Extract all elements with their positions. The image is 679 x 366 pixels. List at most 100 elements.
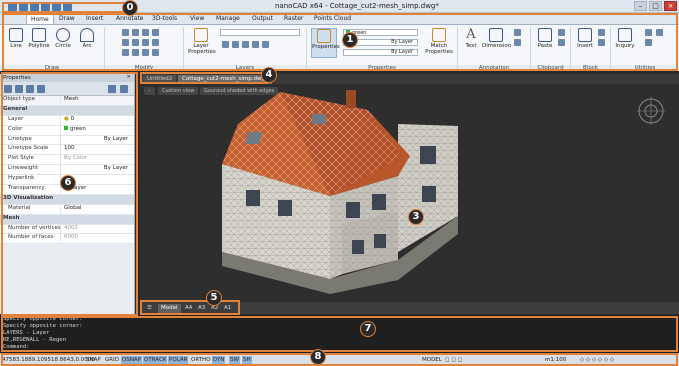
mirror-icon[interactable]: [132, 39, 139, 46]
explode-icon[interactable]: [152, 39, 159, 46]
prop-row-vertices[interactable]: Number of vertices 4002: [0, 224, 134, 235]
model-space-label[interactable]: MODEL: [422, 357, 442, 363]
viewport-icons[interactable]: ◻ ◻ ◻: [445, 357, 462, 363]
prop-row-faces[interactable]: Number of faces 6000: [0, 234, 134, 245]
command-prompt[interactable]: Command:: [3, 344, 676, 351]
layout-menu-icon[interactable]: ☰: [144, 304, 155, 313]
line-button[interactable]: Line: [5, 28, 27, 49]
trim-icon[interactable]: [142, 29, 149, 36]
section-mesh[interactable]: Mesh: [0, 214, 134, 225]
prop-row-material[interactable]: Material Global: [0, 204, 134, 215]
toggle-snap[interactable]: SNAP: [85, 356, 102, 365]
array-icon[interactable]: [142, 49, 149, 56]
prop-row-linetype[interactable]: Linetype By Layer: [0, 135, 134, 146]
insert-button[interactable]: Insert: [574, 28, 596, 49]
layer-state-icon[interactable]: [222, 41, 229, 48]
object-type-row[interactable]: Object type Mesh: [0, 96, 134, 106]
fillet-icon[interactable]: [142, 39, 149, 46]
erase-icon[interactable]: [152, 29, 159, 36]
layer-freeze-icon[interactable]: [242, 41, 249, 48]
layer-isolate-icon[interactable]: [262, 41, 269, 48]
properties-button[interactable]: Properties: [311, 28, 340, 58]
maximize-button[interactable]: □: [649, 1, 662, 11]
copy-icon[interactable]: [122, 39, 129, 46]
toggle-otrack[interactable]: OTRACK: [143, 356, 168, 365]
leader-icon[interactable]: [514, 29, 521, 36]
lineweight-combo[interactable]: By Layer: [343, 49, 418, 56]
minimize-button[interactable]: –: [634, 1, 647, 11]
edit-block-icon[interactable]: [598, 39, 605, 46]
toggle-dyn[interactable]: DYN: [212, 356, 226, 365]
prop-row-lineweight[interactable]: Lineweight By Layer: [0, 165, 134, 176]
prop-row-color[interactable]: Color green: [0, 125, 134, 136]
drawing-viewport[interactable]: – Custom view Gouraud shaded with edges: [140, 84, 679, 302]
tab-manage[interactable]: Manage: [212, 14, 244, 24]
toggle-osnap[interactable]: OSNAP: [121, 356, 143, 365]
circle-button[interactable]: Circle: [52, 28, 74, 49]
doc-tab-untitled2[interactable]: Untitled2: [143, 75, 177, 84]
new-file-icon[interactable]: [19, 2, 28, 11]
calculator-icon[interactable]: [645, 39, 652, 46]
arc-button[interactable]: Arc: [76, 28, 98, 49]
tab-3d-tools[interactable]: 3D-tools: [148, 14, 181, 24]
redo-icon[interactable]: [63, 2, 72, 11]
dimension-button[interactable]: Dimension: [482, 28, 511, 49]
pick-add-icon[interactable]: [15, 85, 23, 93]
match-properties-button[interactable]: Match Properties: [424, 28, 454, 55]
inquiry-button[interactable]: Inquiry: [613, 28, 637, 49]
layout-tab-a3[interactable]: A3: [195, 304, 208, 313]
toggle-pickadd-icon[interactable]: [108, 85, 116, 93]
move-icon[interactable]: [122, 29, 129, 36]
layout-tab-a1[interactable]: A1: [221, 304, 234, 313]
view-cube-compass-icon[interactable]: [636, 96, 666, 126]
copy-clip-icon[interactable]: [558, 39, 565, 46]
prop-row-linetype-scale[interactable]: Linetype Scale 100: [0, 145, 134, 156]
offset-icon[interactable]: [152, 49, 159, 56]
toggle-sh[interactable]: SH: [242, 356, 252, 365]
open-file-icon[interactable]: [30, 2, 39, 11]
rotate-icon[interactable]: [132, 29, 139, 36]
toggle-grid[interactable]: GRID: [104, 356, 120, 365]
prop-row-plot-style[interactable]: Plot Style By Color: [0, 155, 134, 166]
create-block-icon[interactable]: [598, 29, 605, 36]
doc-tab-cottage[interactable]: Cottage_cut2-mesh_simp.dwg*: [178, 75, 272, 84]
panel-close-icon[interactable]: ×: [126, 74, 131, 80]
save-icon[interactable]: [41, 2, 50, 11]
quick-select-panel-icon[interactable]: [37, 85, 45, 93]
section-general[interactable]: General: [0, 105, 134, 116]
undo-icon[interactable]: [52, 2, 61, 11]
status-tray-icons[interactable]: ◇ ◇ ◇ ◇ ◇ ◇: [580, 357, 614, 363]
prop-row-layer[interactable]: Layer ● 0: [0, 115, 134, 126]
tab-output[interactable]: Output: [248, 14, 277, 24]
select-all-icon[interactable]: [645, 29, 652, 36]
quick-select-icon[interactable]: [656, 29, 663, 36]
filter-icon[interactable]: [26, 85, 34, 93]
tab-points-cloud[interactable]: Points Cloud: [310, 14, 355, 24]
stretch-icon[interactable]: [122, 49, 129, 56]
tab-view[interactable]: View: [186, 14, 208, 24]
tab-draw[interactable]: Draw: [55, 14, 79, 24]
scale-icon[interactable]: [132, 49, 139, 56]
polyline-button[interactable]: Polyline: [28, 28, 50, 49]
annotation-scale[interactable]: m1:100: [545, 357, 566, 363]
panel-menu-icon[interactable]: [120, 85, 128, 93]
app-menu-icon[interactable]: [8, 2, 17, 11]
toggle-polar[interactable]: POLAR: [168, 356, 189, 365]
close-button[interactable]: ×: [664, 1, 677, 11]
table-icon[interactable]: [514, 39, 521, 46]
toggle-ortho[interactable]: ORTHO: [190, 356, 212, 365]
tab-insert[interactable]: Insert: [82, 14, 107, 24]
layer-combo[interactable]: [220, 29, 300, 36]
text-button[interactable]: A Text: [460, 28, 482, 49]
toggle-sw[interactable]: SW: [229, 356, 240, 365]
section-3d-visualization[interactable]: 3D Visualization: [0, 194, 134, 205]
command-line[interactable]: Specify opposite corner: Specify opposit…: [0, 315, 679, 353]
layout-tab-model[interactable]: Model: [158, 304, 181, 313]
layer-off-icon[interactable]: [232, 41, 239, 48]
cut-icon[interactable]: [558, 29, 565, 36]
tab-raster[interactable]: Raster: [280, 14, 307, 24]
layout-tab-a4[interactable]: A4: [182, 304, 195, 313]
layer-lock-icon[interactable]: [252, 41, 259, 48]
select-objects-icon[interactable]: [4, 85, 12, 93]
tab-home[interactable]: Home: [26, 14, 54, 24]
